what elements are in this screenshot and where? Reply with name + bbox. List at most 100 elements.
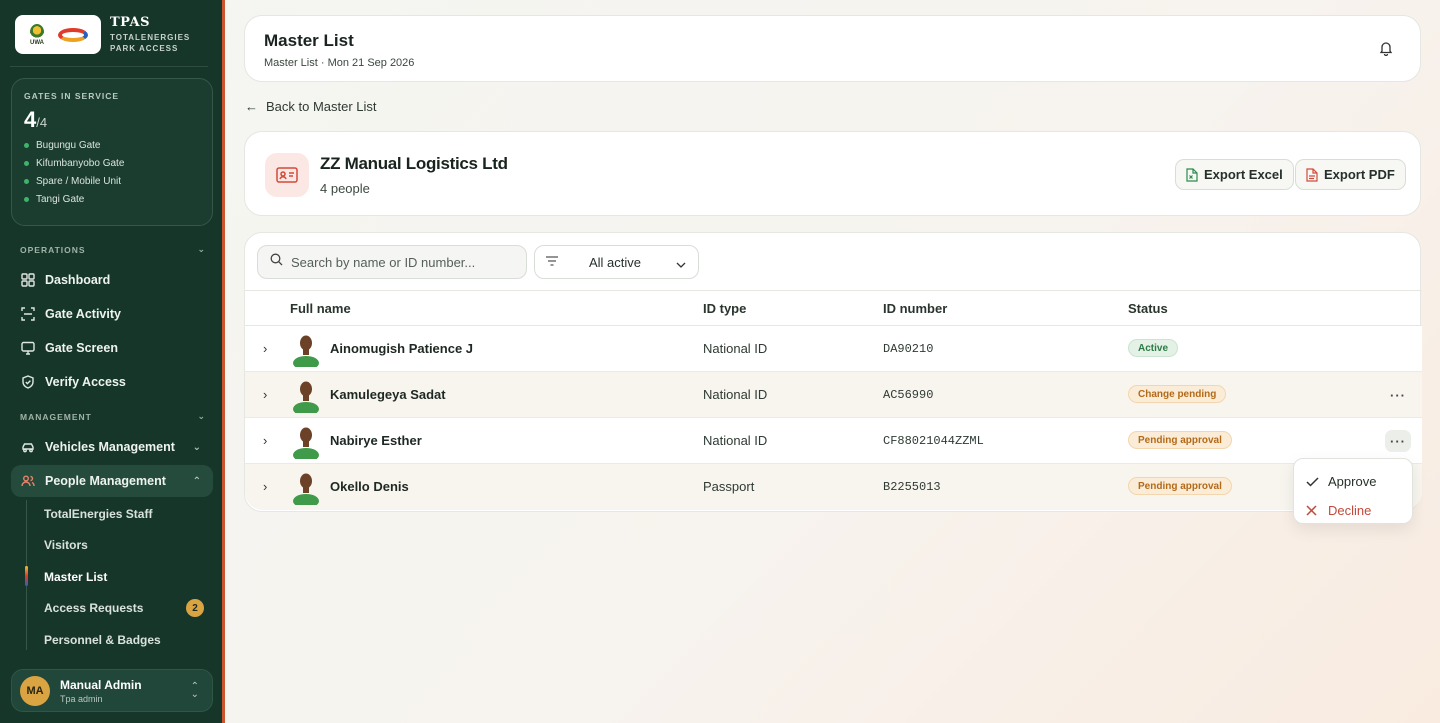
search-input[interactable] [291, 254, 511, 270]
organization-card: ZZ Manual Logistics Ltd 4 people Export … [244, 131, 1421, 216]
chevron-right-icon[interactable]: › [263, 387, 267, 402]
status-dot-icon [24, 179, 29, 184]
sidebar-subitem-totalenergies-staff[interactable]: TotalEnergies Staff [44, 507, 152, 521]
status-badge: Change pending [1128, 385, 1227, 403]
status-dot-icon [24, 143, 29, 148]
id-type: National ID [703, 341, 768, 356]
user-name: Manual Admin [60, 677, 142, 692]
sidebar-item-gate-activity[interactable]: Gate Activity [11, 298, 213, 330]
table-row[interactable]: › Ainomugish Patience J National ID DA90… [245, 326, 1422, 372]
chevron-down-icon: ⌄ [197, 411, 206, 421]
section-management[interactable]: MANAGEMENT ⌄ [20, 411, 206, 422]
id-number: CF88021044ZZML [883, 434, 984, 448]
more-actions-button[interactable]: ··· [1385, 384, 1411, 406]
page-subtitle: Master List · Mon 21 Sep 2026 [264, 57, 415, 69]
decline-label: Decline [1328, 503, 1372, 518]
id-type: Passport [703, 479, 755, 494]
column-header-id-number[interactable]: ID number [883, 301, 947, 316]
table-header: Full name ID type ID number Status [245, 290, 1422, 326]
status-badge: Pending approval [1128, 477, 1232, 495]
gate-name: Spare / Mobile Unit [36, 176, 122, 187]
arrow-left-icon: ← [245, 99, 258, 114]
sidebar-item-label: People Management [45, 474, 166, 488]
gate-item: Tangi Gate [24, 194, 200, 205]
table-row[interactable]: › Okello Denis Passport B2255013 Pending… [245, 464, 1422, 510]
sidebar-item-label: Gate Screen [45, 341, 118, 355]
brand[interactable]: UWA TPAS TOTALENERGIES PARK ACCESS [15, 15, 190, 54]
table-row[interactable]: › Nabirye Esther National ID CF88021044Z… [245, 418, 1422, 464]
access-requests-count-badge: 2 [186, 599, 204, 617]
brand-subtitle-line2: PARK ACCESS [110, 44, 179, 53]
brand-subtitle-line1: TOTALENERGIES [110, 33, 191, 42]
column-header-full-name[interactable]: Full name [290, 301, 351, 316]
chevron-right-icon[interactable]: › [263, 479, 267, 494]
export-excel-button[interactable]: Export Excel [1175, 159, 1294, 190]
chevron-right-icon[interactable]: › [263, 341, 267, 356]
monitor-icon [21, 341, 35, 355]
gate-item: Spare / Mobile Unit [24, 176, 200, 187]
export-excel-label: Export Excel [1204, 167, 1283, 182]
totalenergies-logo [56, 24, 92, 46]
chevron-updown-icon: ⌃ ⌄ [190, 680, 199, 700]
search-icon [270, 253, 283, 271]
gate-name: Kifumbanyobo Gate [36, 158, 125, 169]
id-type: National ID [703, 387, 768, 402]
sidebar-item-dashboard[interactable]: Dashboard [11, 264, 213, 296]
person-name: Ainomugish Patience J [330, 341, 474, 356]
more-actions-button[interactable]: ··· [1385, 430, 1411, 452]
id-number: AC56990 [883, 388, 934, 402]
car-icon [21, 440, 35, 454]
sidebar-subitem-personnel-badges[interactable]: Personnel & Badges [44, 633, 161, 647]
shield-check-icon [21, 375, 35, 389]
status-badge: Pending approval [1128, 431, 1232, 449]
sidebar-subitem-master-list[interactable]: Master List [44, 570, 107, 584]
back-link[interactable]: ← Back to Master List [245, 99, 377, 114]
column-header-id-type[interactable]: ID type [703, 301, 746, 316]
export-pdf-label: Export PDF [1324, 167, 1395, 182]
organization-people-count: 4 people [320, 181, 370, 196]
search-box[interactable] [257, 245, 527, 279]
gates-total: /4 [36, 115, 48, 130]
sidebar-item-gate-screen[interactable]: Gate Screen [11, 332, 213, 364]
gates-label: GATES IN SERVICE [24, 91, 120, 101]
approve-menu-item[interactable]: Approve [1294, 467, 1412, 496]
sidebar-item-vehicles-management[interactable]: Vehicles Management ⌄ [11, 431, 213, 463]
gate-name: Tangi Gate [36, 194, 85, 205]
status-dot-icon [24, 197, 29, 202]
status-badge: Active [1128, 339, 1179, 357]
sidebar-subitem-visitors[interactable]: Visitors [44, 538, 88, 552]
section-management-label: MANAGEMENT [20, 411, 92, 422]
export-pdf-button[interactable]: Export PDF [1295, 159, 1406, 190]
chevron-up-icon: ⌃ [192, 475, 201, 487]
user-menu[interactable]: MA Manual Admin Tpa admin ⌃ ⌄ [11, 669, 213, 712]
decline-menu-item[interactable]: Decline [1294, 496, 1412, 525]
column-header-status[interactable]: Status [1128, 301, 1168, 316]
section-operations[interactable]: OPERATIONS ⌄ [20, 244, 206, 255]
uwa-logo-text: UWA [30, 39, 44, 46]
status-filter-value: All active [589, 254, 642, 270]
chevron-down-icon: ⌄ [197, 244, 206, 254]
sidebar: UWA TPAS TOTALENERGIES PARK ACCESS GATES… [0, 0, 225, 723]
chevron-right-icon[interactable]: › [263, 433, 267, 448]
chevron-down-icon [676, 257, 686, 272]
person-avatar [290, 469, 322, 508]
gates-card: GATES IN SERVICE 4/4 Bugungu Gate Kifumb… [11, 78, 213, 226]
brand-title: TPAS [110, 15, 150, 30]
bell-icon[interactable] [1378, 40, 1394, 57]
check-icon [1306, 476, 1320, 487]
pdf-file-icon [1306, 167, 1318, 182]
brand-logos: UWA [15, 15, 101, 54]
close-icon [1306, 505, 1320, 516]
status-filter-select[interactable]: All active [534, 245, 699, 279]
table-row[interactable]: › Kamulegeya Sadat National ID AC56990 C… [245, 372, 1422, 418]
people-table-card: All active Full name ID type ID number S… [244, 232, 1422, 512]
person-name: Kamulegeya Sadat [330, 387, 446, 402]
gate-name: Bugungu Gate [36, 140, 101, 151]
sidebar-subitem-access-requests[interactable]: Access Requests [44, 601, 143, 615]
page-title: Master List [264, 31, 354, 50]
sidebar-item-label: Vehicles Management [45, 440, 175, 454]
user-role: Tpa admin [60, 693, 103, 704]
approve-label: Approve [1328, 474, 1377, 489]
sidebar-item-people-management[interactable]: People Management ⌃ [11, 465, 213, 497]
sidebar-item-verify-access[interactable]: Verify Access [11, 366, 213, 398]
